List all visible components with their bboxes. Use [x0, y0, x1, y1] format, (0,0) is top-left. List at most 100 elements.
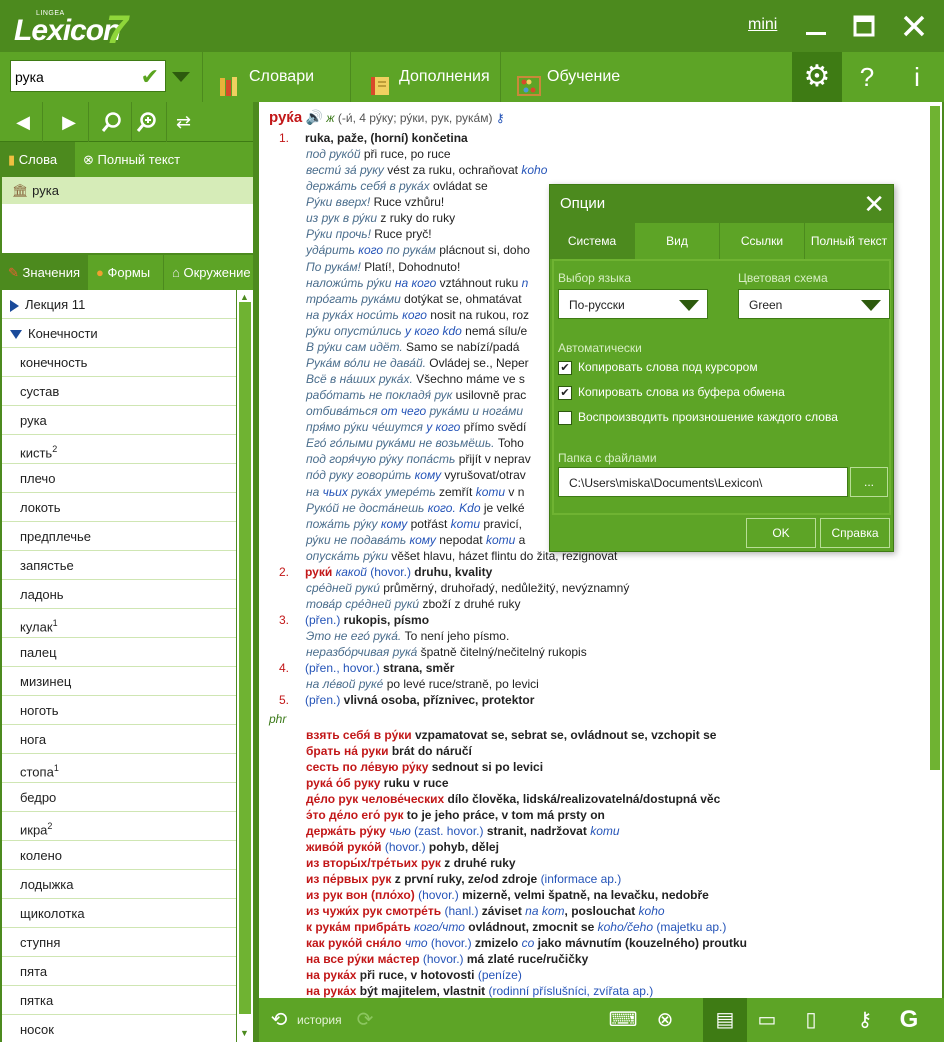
tree-scrollbar[interactable]: ▲ ▼ [237, 290, 253, 1042]
tree-item[interactable]: предплечье [2, 522, 236, 551]
checkbox[interactable] [558, 410, 572, 425]
tree-item[interactable]: колено [2, 841, 236, 870]
segment-ex[interactable]: Руко́й не доста́нешь [306, 501, 428, 515]
segment-pr[interactable]: брать на́ руки [306, 744, 389, 758]
tree-scroll-thumb[interactable] [239, 302, 251, 1014]
segment-ex[interactable]: держа́ть себя́ в рука́х [306, 179, 430, 193]
tree-item[interactable]: мизинец [2, 667, 236, 696]
scroll-up-icon[interactable]: ▲ [240, 292, 249, 302]
segment-ex[interactable]: Ру́ки прочь! [306, 227, 371, 241]
word-list-item[interactable]: 🏛 рука [2, 177, 253, 204]
segment-ex[interactable]: на [306, 485, 323, 499]
segment-pr[interactable]: на рука́х [306, 968, 356, 982]
checkbox[interactable]: ✔ [558, 385, 572, 400]
back-icon[interactable]: ◀ [4, 102, 43, 142]
segment-ex[interactable]: пря́мо ру́ки че́шутся [306, 420, 426, 434]
segment-ex[interactable]: из рук в ру́ки [306, 211, 377, 225]
close-icon[interactable] [898, 10, 930, 42]
segment-ex[interactable]: отбива́ться [306, 404, 381, 418]
tree-item[interactable]: ладонь [2, 580, 236, 609]
tree-item[interactable]: кисть2 [2, 435, 236, 464]
search-icon[interactable] [93, 102, 132, 142]
tree-item[interactable]: стопа1 [2, 754, 236, 783]
tree-item[interactable]: икра2 [2, 812, 236, 841]
checkbox[interactable]: ✔ [558, 360, 572, 375]
segment-pr[interactable]: сесть по ле́вую ру́ку [306, 760, 428, 774]
minimize-icon[interactable] [800, 10, 832, 42]
check-pronounce[interactable]: Воспроизводить произношение каждого слов… [558, 407, 838, 427]
segment-pr[interactable]: из чужи́х рук смотре́ть [306, 904, 441, 918]
tree-item[interactable]: кулак1 [2, 609, 236, 638]
color-scheme-select[interactable]: Green [738, 289, 890, 319]
segment-ex[interactable]: по́д руку говори́ть [306, 468, 415, 482]
language-select[interactable]: По-русски [558, 289, 708, 319]
tree-item[interactable]: носок [2, 1015, 236, 1042]
segment-pr[interactable]: на рука́х [306, 984, 356, 998]
segment-ex[interactable]: под руко́й [306, 147, 361, 161]
segment-ex[interactable]: вести́ за́ руку [306, 163, 384, 177]
segment-ex[interactable]: По рука́м! [306, 260, 361, 274]
binoculars-icon[interactable]: ⊗ [649, 1004, 681, 1036]
segment-ex[interactable]: В ру́ки сам идёт. [306, 340, 403, 354]
segment-ex[interactable]: тро́гать рука́ми [306, 292, 401, 306]
segment-ex[interactable]: Это не его́ рука́. [306, 629, 401, 643]
search-dropdown-icon[interactable] [172, 72, 190, 82]
tree-group[interactable]: Конечности [2, 319, 236, 348]
segment-ex[interactable]: рука́ми и нога́ми [426, 404, 524, 418]
tab-words[interactable]: ▮ Слова [0, 142, 74, 177]
check-copy-cursor[interactable]: ✔ Копировать слова под курсором [558, 357, 758, 377]
segment-ex[interactable]: опуска́ть ру́ки [306, 549, 388, 563]
segment-pr[interactable]: на все ру́ки ма́стер [306, 952, 420, 966]
check-icon[interactable]: ✔ [141, 64, 159, 90]
segment-ex[interactable]: това́р сре́дней руки́ [306, 597, 419, 611]
key-icon[interactable]: ⚷ [849, 1004, 881, 1036]
dialog-close-icon[interactable]: ✕ [863, 189, 885, 219]
tree-item[interactable]: плечо [2, 464, 236, 493]
segment-ex[interactable]: сре́дней руки́ [306, 581, 380, 595]
segment-ex[interactable]: наложи́ть ру́ки [306, 276, 395, 290]
tree-group[interactable]: Лекция 11 [2, 290, 236, 319]
dialog-tab-view[interactable]: Вид [635, 223, 720, 259]
folder-input[interactable]: C:\Users\miska\Documents\Lexicon\ [558, 467, 848, 497]
dialog-tab-fulltext[interactable]: Полный текст [805, 223, 893, 259]
doc-icon[interactable]: ▯ [795, 1004, 827, 1036]
help-button[interactable]: ? [842, 52, 892, 102]
tab-context[interactable]: ⌂ Окружение [164, 255, 253, 290]
dialog-tab-links[interactable]: Ссылки [720, 223, 805, 259]
tab-fulltext[interactable]: ⊗ Полный текст [74, 142, 190, 177]
dialog-tab-system[interactable]: Система [550, 223, 635, 259]
help-dialog-button[interactable]: Справка [820, 518, 890, 548]
tree-item[interactable]: пятка [2, 986, 236, 1015]
segment-pr[interactable]: из вторы́х/тре́тьих рук [306, 856, 441, 870]
tree-item[interactable]: нога [2, 725, 236, 754]
headword[interactable]: руќа [269, 109, 302, 126]
tree-item[interactable]: рука [2, 406, 236, 435]
ok-button[interactable]: OK [746, 518, 816, 548]
segment-pr[interactable]: де́ло рук челове́ческих [306, 792, 444, 806]
scroll-down-icon[interactable]: ▼ [240, 1028, 249, 1038]
segment-pr[interactable]: как руко́й сня́ло [306, 936, 405, 950]
info-button[interactable]: i [892, 52, 942, 102]
content-scrollbar[interactable] [928, 102, 942, 998]
tree-item[interactable]: бедро [2, 783, 236, 812]
segment-ex[interactable]: уда́рить [306, 243, 358, 257]
redo-icon[interactable]: ⟳ [349, 1004, 381, 1036]
speaker-icon[interactable]: 🔊 [306, 109, 323, 125]
content-scroll-thumb[interactable] [930, 106, 940, 770]
segment-pr[interactable]: из рук вон (пло́хо) [306, 888, 415, 902]
supplements-button[interactable]: Дополнения [350, 52, 500, 102]
segment-ex[interactable]: рабо́тать не покладя́ рук [306, 388, 452, 402]
tab-meanings[interactable]: ✎ Значения [0, 255, 88, 290]
forward-icon[interactable]: ▶ [50, 102, 89, 142]
segment-pr[interactable]: э́то де́ло его́ рук [306, 808, 403, 822]
google-icon[interactable]: G [893, 1004, 925, 1036]
segment-pr[interactable]: к рука́м прибра́ть [306, 920, 414, 934]
tree-item[interactable]: запястье [2, 551, 236, 580]
short-entry-icon[interactable]: ▭ [751, 1004, 783, 1036]
expand-right-icon[interactable] [10, 299, 19, 312]
tree-item[interactable]: локоть [2, 493, 236, 522]
segment-pr[interactable]: держа́ть ру́ку [306, 824, 389, 838]
segment-ex[interactable]: пожа́ть ру́ку [306, 517, 381, 531]
segment-ex[interactable]: на рука́х носи́ть [306, 308, 402, 322]
browse-button[interactable]: ... [850, 467, 888, 497]
